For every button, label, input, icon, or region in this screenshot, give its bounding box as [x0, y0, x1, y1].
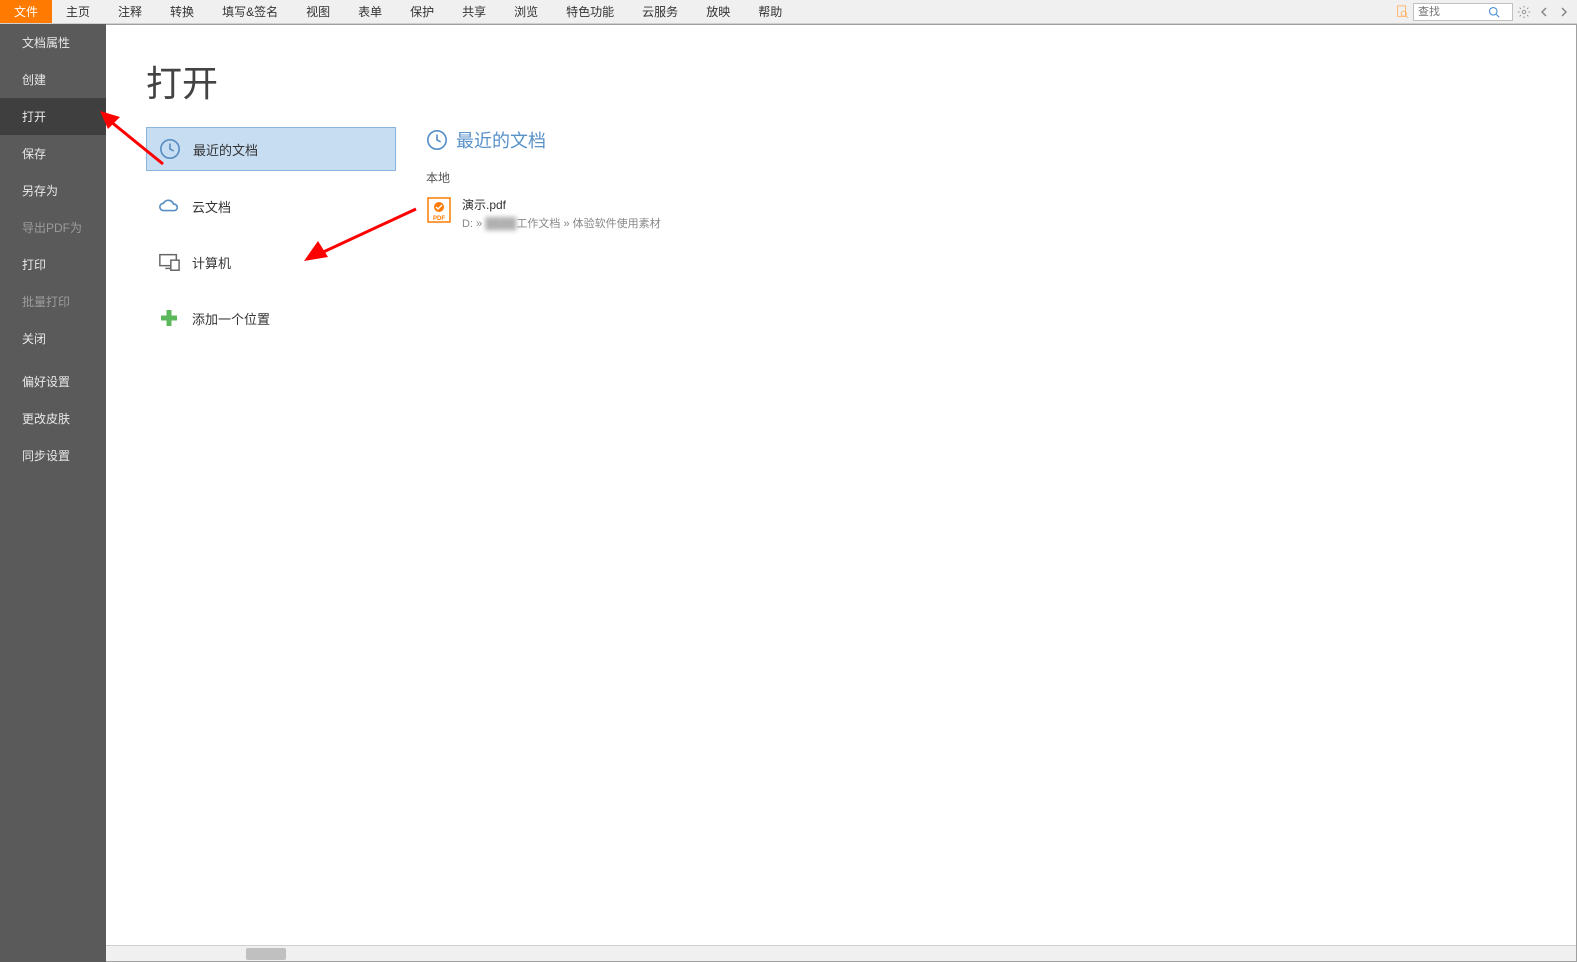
menu-form[interactable]: 表单 — [344, 0, 396, 23]
recent-group-label: 本地 — [426, 169, 1536, 186]
menu-help[interactable]: 帮助 — [744, 0, 796, 23]
pdf-file-icon: PDF — [426, 196, 452, 224]
menu-file[interactable]: 文件 — [0, 0, 52, 23]
locations-column: 最近的文档 云文档 计算机 — [146, 127, 396, 353]
sidebar-item-saveas[interactable]: 另存为 — [0, 172, 106, 209]
page-title: 打开 — [146, 55, 1536, 107]
menu-home[interactable]: 主页 — [52, 0, 104, 23]
nav-forward-icon[interactable] — [1555, 3, 1573, 21]
sidebar-item-skin[interactable]: 更改皮肤 — [0, 400, 106, 437]
menu-fillsign[interactable]: 填写&签名 — [208, 0, 292, 23]
location-cloud[interactable]: 云文档 — [146, 185, 396, 227]
file-name: 演示.pdf — [462, 196, 1536, 213]
location-label: 添加一个位置 — [192, 309, 270, 328]
location-computer[interactable]: 计算机 — [146, 241, 396, 283]
recent-column: 最近的文档 本地 PDF 演示.pdf D: » ████工作文档 » 体验软件… — [426, 127, 1536, 353]
sidebar-item-docprops[interactable]: 文档属性 — [0, 24, 106, 61]
menu-cloud[interactable]: 云服务 — [628, 0, 692, 23]
menu-annotate[interactable]: 注释 — [104, 0, 156, 23]
sidebar-item-open[interactable]: 打开 — [0, 98, 106, 135]
content: 打开 最近的文档 — [106, 24, 1577, 962]
location-add-place[interactable]: 添加一个位置 — [146, 297, 396, 339]
menu-slideshow[interactable]: 放映 — [692, 0, 744, 23]
recent-header: 最近的文档 — [426, 127, 1536, 153]
recent-heading: 最近的文档 — [456, 127, 546, 153]
cloud-icon — [158, 195, 180, 217]
menu-protect[interactable]: 保护 — [396, 0, 448, 23]
menu-view[interactable]: 视图 — [292, 0, 344, 23]
nav-back-icon[interactable] — [1535, 3, 1553, 21]
svg-text:PDF: PDF — [433, 216, 445, 222]
location-label: 计算机 — [192, 253, 231, 272]
sidebar-item-save[interactable]: 保存 — [0, 135, 106, 172]
sidebar-item-preferences[interactable]: 偏好设置 — [0, 363, 106, 400]
sidebar-item-create[interactable]: 创建 — [0, 61, 106, 98]
clock-icon — [159, 138, 181, 160]
sidebar-item-print[interactable]: 打印 — [0, 246, 106, 283]
sidebar-item-batchprint: 批量打印 — [0, 283, 106, 320]
search-box[interactable] — [1413, 3, 1513, 21]
settings-icon[interactable] — [1515, 3, 1533, 21]
file-path: D: » ████工作文档 » 体验软件使用素材 — [462, 215, 1536, 231]
doc-search-icon[interactable] — [1393, 3, 1411, 21]
menu-features[interactable]: 特色功能 — [552, 0, 628, 23]
plus-icon — [158, 307, 180, 329]
location-recent[interactable]: 最近的文档 — [146, 127, 396, 171]
scrollbar-thumb[interactable] — [246, 948, 286, 960]
menubar: 文件 主页 注释 转换 填写&签名 视图 表单 保护 共享 浏览 特色功能 云服… — [0, 0, 1577, 24]
search-input[interactable] — [1418, 6, 1488, 18]
menu-browse[interactable]: 浏览 — [500, 0, 552, 23]
sidebar: 文档属性 创建 打开 保存 另存为 导出PDF为 打印 批量打印 关闭 偏好设置… — [0, 24, 106, 962]
recent-file-item[interactable]: PDF 演示.pdf D: » ████工作文档 » 体验软件使用素材 — [426, 192, 1536, 235]
clock-icon — [426, 129, 448, 151]
location-label: 最近的文档 — [193, 140, 258, 159]
sidebar-item-close[interactable]: 关闭 — [0, 320, 106, 357]
menubar-right — [1393, 0, 1577, 23]
computer-icon — [158, 251, 180, 273]
sidebar-item-syncsettings[interactable]: 同步设置 — [0, 437, 106, 474]
location-label: 云文档 — [192, 197, 231, 216]
menu-share[interactable]: 共享 — [448, 0, 500, 23]
layout: 文档属性 创建 打开 保存 另存为 导出PDF为 打印 批量打印 关闭 偏好设置… — [0, 24, 1577, 962]
search-icon — [1488, 6, 1500, 18]
scrollbar-bottom[interactable] — [106, 945, 1576, 961]
file-info: 演示.pdf D: » ████工作文档 » 体验软件使用素材 — [462, 196, 1536, 231]
sidebar-item-exportpdf: 导出PDF为 — [0, 209, 106, 246]
menu-convert[interactable]: 转换 — [156, 0, 208, 23]
